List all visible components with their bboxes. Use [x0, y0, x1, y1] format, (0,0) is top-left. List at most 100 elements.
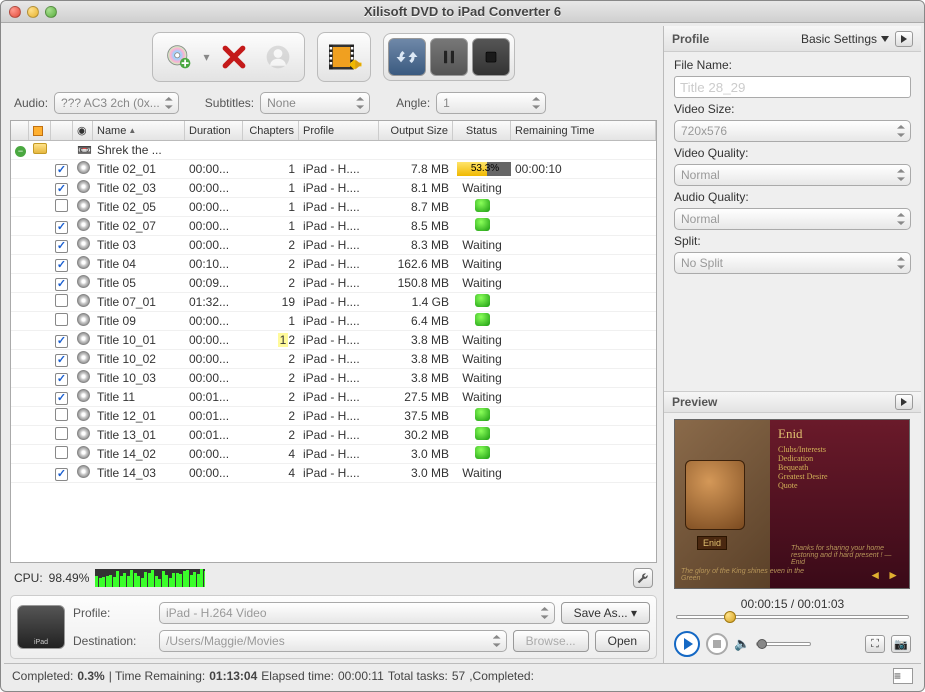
row-checkbox[interactable]: [55, 313, 68, 326]
table-row[interactable]: Title 12_01 00:01... 2 iPad - H.... 37.5…: [11, 407, 656, 426]
col-remaining[interactable]: Remaining Time: [511, 121, 656, 140]
audio-select[interactable]: ??? AC3 2ch (0x...: [54, 92, 179, 114]
basic-settings-toggle[interactable]: Basic Settings: [801, 32, 889, 46]
audio-label: Audio:: [14, 96, 48, 110]
row-checkbox[interactable]: [55, 408, 68, 421]
video-quality-label: Video Quality:: [674, 146, 911, 160]
disc-icon: [77, 465, 90, 478]
preview-char-name: Enid: [697, 536, 727, 550]
audio-quality-label: Audio Quality:: [674, 190, 911, 204]
ipad-icon: iPad: [17, 605, 65, 649]
save-as-button[interactable]: Save As... ▾: [561, 602, 650, 624]
table-row[interactable]: Title 09 00:00... 1 iPad - H.... 6.4 MB: [11, 312, 656, 331]
col-profile[interactable]: Profile: [299, 121, 379, 140]
table-row[interactable]: Title 14_03 00:00... 4 iPad - H.... 3.0 …: [11, 464, 656, 483]
row-checkbox[interactable]: [55, 259, 68, 272]
row-checkbox[interactable]: [55, 221, 68, 234]
col-chapters[interactable]: Chapters: [243, 121, 299, 140]
row-checkbox[interactable]: [55, 240, 68, 253]
col-name[interactable]: Name ▲: [93, 121, 185, 140]
col-status[interactable]: Status: [453, 121, 511, 140]
preview-seek-slider[interactable]: [664, 613, 921, 625]
titlebar: Xilisoft DVD to iPad Converter 6: [1, 1, 924, 23]
disc-icon: [77, 446, 90, 459]
disc-icon: [77, 313, 90, 326]
row-checkbox[interactable]: [55, 392, 68, 405]
table-row[interactable]: Title 10_03 00:00... 2 iPad - H.... 3.8 …: [11, 369, 656, 388]
row-checkbox[interactable]: [55, 354, 68, 367]
table-row[interactable]: Title 13_01 00:01... 2 iPad - H.... 30.2…: [11, 426, 656, 445]
profile-panel-title: Profile: [672, 32, 709, 46]
pause-button[interactable]: [430, 38, 468, 76]
audio-quality-select[interactable]: Normal: [674, 208, 911, 230]
add-disc-button[interactable]: [159, 37, 199, 77]
video-size-label: Video Size:: [674, 102, 911, 116]
angle-label: Angle:: [396, 96, 430, 110]
preview-menu-title: Enid: [778, 426, 901, 442]
table-row[interactable]: Title 14_02 00:00... 4 iPad - H.... 3.0 …: [11, 445, 656, 464]
table-row[interactable]: Title 05 00:09... 2 iPad - H.... 150.8 M…: [11, 274, 656, 293]
snapshot-button[interactable]: 📷: [891, 635, 911, 653]
subtitles-label: Subtitles:: [205, 96, 254, 110]
row-checkbox[interactable]: [55, 199, 68, 212]
row-checkbox[interactable]: [55, 278, 68, 291]
settings-button[interactable]: [633, 568, 653, 588]
video-quality-select[interactable]: Normal: [674, 164, 911, 186]
table-row[interactable]: Title 02_05 00:00... 1 iPad - H.... 8.7 …: [11, 198, 656, 217]
file-table: ◉ Name ▲ Duration Chapters Profile Outpu…: [10, 120, 657, 563]
row-checkbox[interactable]: [55, 335, 68, 348]
table-row[interactable]: Title 02_07 00:00... 1 iPad - H.... 8.5 …: [11, 217, 656, 236]
table-row[interactable]: Title 10_01 00:00... 12 iPad - H.... 3.8…: [11, 331, 656, 350]
clip-button[interactable]: [324, 37, 364, 77]
delete-button[interactable]: [214, 37, 254, 77]
browse-button[interactable]: Browse...: [513, 630, 589, 652]
row-checkbox[interactable]: [55, 427, 68, 440]
disc-icon: [77, 427, 90, 440]
preview-play-button[interactable]: [674, 631, 700, 657]
preview-video[interactable]: Enid Enid Clubs/InterestsDedicationBeque…: [674, 419, 910, 589]
preview-signature: Thanks for sharing your home restoring a…: [791, 545, 901, 566]
preview-stop-button[interactable]: [706, 633, 728, 655]
disc-icon: [77, 199, 90, 212]
table-row[interactable]: Title 04 00:10... 2 iPad - H.... 162.6 M…: [11, 255, 656, 274]
video-size-select[interactable]: 720x576: [674, 120, 911, 142]
disc-icon: [77, 161, 90, 174]
disc-icon: [77, 389, 90, 402]
table-row[interactable]: Title 10_02 00:00... 2 iPad - H.... 3.8 …: [11, 350, 656, 369]
open-button[interactable]: Open: [595, 630, 650, 652]
window-title: Xilisoft DVD to iPad Converter 6: [1, 4, 924, 19]
row-checkbox[interactable]: [55, 164, 68, 177]
angle-select[interactable]: 1: [436, 92, 546, 114]
cpu-label: CPU:: [14, 571, 43, 585]
file-name-input[interactable]: [674, 76, 911, 98]
table-group-row[interactable]: −📼Shrek the ...: [11, 141, 656, 160]
table-row[interactable]: Title 02_03 00:00... 1 iPad - H.... 8.1 …: [11, 179, 656, 198]
cpu-value: 98.49%: [49, 571, 90, 585]
profile-label: Profile:: [73, 606, 153, 620]
log-button[interactable]: ≡: [893, 668, 913, 684]
row-checkbox[interactable]: [55, 294, 68, 307]
table-row[interactable]: Title 11 00:01... 2 iPad - H.... 27.5 MB…: [11, 388, 656, 407]
row-checkbox[interactable]: [55, 373, 68, 386]
table-row[interactable]: Title 07_01 01:32... 19 iPad - H.... 1.4…: [11, 293, 656, 312]
cpu-graph: [95, 569, 205, 587]
table-row[interactable]: Title 02_01 00:00... 1 iPad - H.... 7.8 …: [11, 160, 656, 179]
convert-button[interactable]: [388, 38, 426, 76]
preview-expand-button[interactable]: [895, 394, 913, 410]
row-checkbox[interactable]: [55, 468, 68, 481]
volume-slider[interactable]: [756, 642, 811, 646]
table-row[interactable]: Title 03 00:00... 2 iPad - H.... 8.3 MB …: [11, 236, 656, 255]
row-checkbox[interactable]: [55, 183, 68, 196]
stop-button[interactable]: [472, 38, 510, 76]
col-duration[interactable]: Duration: [185, 121, 243, 140]
destination-select[interactable]: /Users/Maggie/Movies: [159, 630, 507, 652]
fullscreen-button[interactable]: ⛶: [865, 635, 885, 653]
split-select[interactable]: No Split: [674, 252, 911, 274]
disc-icon: [77, 408, 90, 421]
profile-select[interactable]: iPad - H.264 Video: [159, 602, 555, 624]
row-checkbox[interactable]: [55, 446, 68, 459]
col-output-size[interactable]: Output Size: [379, 121, 453, 140]
file-name-label: File Name:: [674, 58, 911, 72]
subtitles-select[interactable]: None: [260, 92, 370, 114]
profile-expand-button[interactable]: [895, 31, 913, 47]
